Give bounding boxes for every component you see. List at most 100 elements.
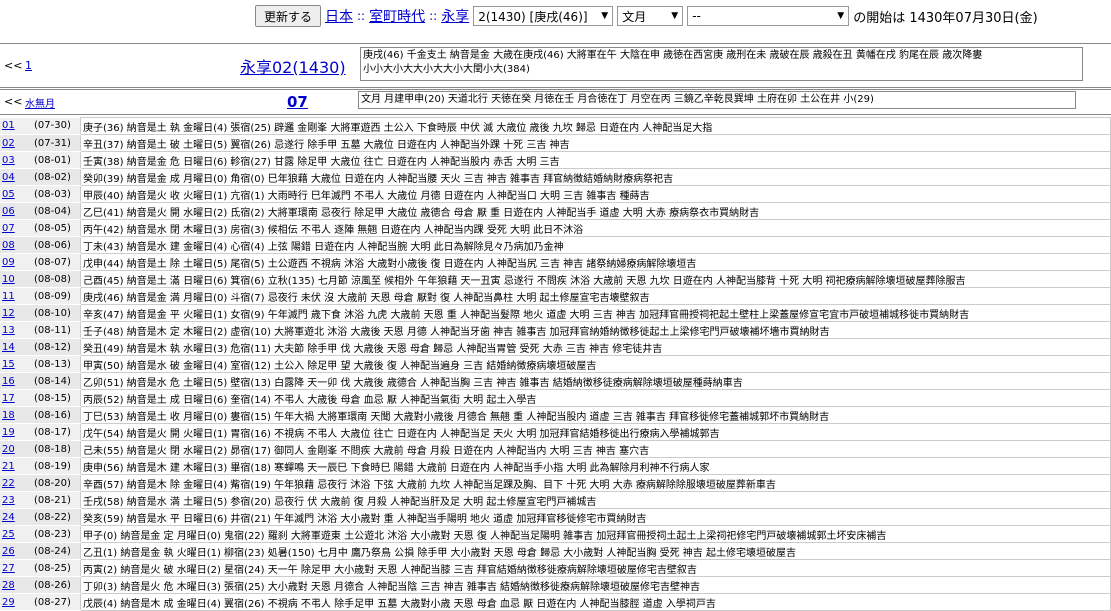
- day-cell: 21: [0, 457, 32, 475]
- top-toolbar: 更新する 日本 :: 室町時代 :: 永享 2(1430) [庚戌(46)] ▼ …: [255, 5, 1038, 27]
- breadcrumb-japan[interactable]: 日本: [325, 6, 353, 26]
- day-number-link[interactable]: 12: [2, 308, 15, 319]
- date-cell: (08-20): [32, 474, 81, 492]
- day-select[interactable]: -- ▼: [687, 6, 850, 26]
- day-number-link[interactable]: 29: [2, 597, 15, 608]
- day-cell: 04: [0, 168, 32, 186]
- day-number-link[interactable]: 16: [2, 376, 15, 387]
- breadcrumb-era[interactable]: 永享: [441, 6, 469, 26]
- day-number-link[interactable]: 08: [2, 240, 15, 251]
- date-cell: (08-19): [32, 457, 81, 475]
- table-row: 21 (08-19) 庚申(56) 納音是木 建 木曜日(3) 畢宿(18) 寒蟬鳴…: [0, 457, 1111, 475]
- table-row: 27 (08-25) 丙寅(2) 納音是火 破 水曜日(2) 星宿(24) 天一午 …: [0, 559, 1111, 577]
- date-cell: (08-26): [32, 576, 81, 594]
- day-number-link[interactable]: 22: [2, 478, 15, 489]
- day-detail-cell: 庚子(36) 納音是土 執 金曜日(4) 張宿(25) 辟邏 金剛峯 大將軍遊西…: [80, 117, 1111, 135]
- breadcrumb-separator: ::: [357, 9, 366, 23]
- date-cell: (08-12): [32, 338, 81, 356]
- date-cell: (08-24): [32, 542, 81, 560]
- date-cell: (08-06): [32, 236, 81, 254]
- day-number-link[interactable]: 05: [2, 189, 15, 200]
- start-date-text: の開始は 1430年07月30日(金): [853, 10, 1038, 26]
- date-cell: (08-05): [32, 219, 81, 237]
- day-number-link[interactable]: 23: [2, 495, 15, 506]
- day-number-link[interactable]: 09: [2, 257, 15, 268]
- day-number-link[interactable]: 03: [2, 155, 15, 166]
- day-detail-cell: 癸卯(39) 納音是金 成 月曜日(0) 角宿(0) 巳年狼藉 大歳位 日遊在内…: [80, 168, 1111, 186]
- date-cell: (08-10): [32, 304, 81, 322]
- day-number-link[interactable]: 01: [2, 120, 15, 131]
- era-year-title[interactable]: 永享02(1430): [240, 54, 346, 78]
- day-cell: 20: [0, 440, 32, 458]
- day-number-link[interactable]: 14: [2, 342, 15, 353]
- prev-year-link[interactable]: 1: [25, 59, 32, 72]
- table-row: 20 (08-18) 己未(55) 納音是火 閉 水曜日(2) 昴宿(17) 御同人…: [0, 440, 1111, 458]
- day-number-link[interactable]: 02: [2, 138, 15, 149]
- day-cell: 24: [0, 508, 32, 526]
- table-row: 28 (08-26) 丁卯(3) 納音是火 危 木曜日(3) 張宿(25) 大小歳對…: [0, 576, 1111, 594]
- day-detail-cell: 甲辰(40) 納音是火 收 火曜日(1) 亢宿(1) 大雨時行 巳年滅門 不弔人…: [80, 185, 1111, 203]
- month-select[interactable]: 文月 ▼: [617, 6, 684, 26]
- day-cell: 17: [0, 389, 32, 407]
- day-cell: 14: [0, 338, 32, 356]
- table-row: 06 (08-04) 乙巳(41) 納音是火 開 水曜日(2) 氐宿(2) 大將軍環…: [0, 202, 1111, 220]
- table-row: 10 (08-08) 己酉(45) 納音是土 滿 日曜日(6) 箕宿(6) 立秋(1…: [0, 270, 1111, 288]
- day-cell: 11: [0, 287, 32, 305]
- year-select-value: 2(1430) [庚戌(46)]: [478, 9, 588, 24]
- prev-month-link[interactable]: 水無月: [25, 95, 55, 110]
- day-number-link[interactable]: 07: [2, 223, 15, 234]
- breadcrumb-period[interactable]: 室町時代: [369, 6, 425, 26]
- day-cell: 28: [0, 576, 32, 594]
- date-cell: (08-01): [32, 151, 81, 169]
- day-cell: 02: [0, 134, 32, 152]
- day-cell: 07: [0, 219, 32, 237]
- year-select[interactable]: 2(1430) [庚戌(46)] ▼: [473, 6, 614, 26]
- table-row: 05 (08-03) 甲辰(40) 納音是火 收 火曜日(1) 亢宿(1) 大雨時行…: [0, 185, 1111, 203]
- day-number-link[interactable]: 18: [2, 410, 15, 421]
- day-cell: 25: [0, 525, 32, 543]
- day-cell: 18: [0, 406, 32, 424]
- day-number-link[interactable]: 17: [2, 393, 15, 404]
- day-cell: 05: [0, 185, 32, 203]
- date-cell: (08-11): [32, 321, 81, 339]
- day-cell: 08: [0, 236, 32, 254]
- table-row: 01 (07-30) 庚子(36) 納音是土 執 金曜日(4) 張宿(25) 辟邏 …: [0, 117, 1111, 135]
- chevron-down-icon: ▼: [837, 11, 845, 21]
- day-detail-cell: 丙寅(2) 納音是火 破 水曜日(2) 星宿(24) 天一午 除足甲 大小歳對 …: [80, 559, 1111, 577]
- day-number-link[interactable]: 21: [2, 461, 15, 472]
- day-number-link[interactable]: 10: [2, 274, 15, 285]
- day-detail-cell: 乙巳(41) 納音是火 開 水曜日(2) 氐宿(2) 大將軍環南 忌夜行 除足甲…: [80, 202, 1111, 220]
- chevron-down-icon: ▼: [601, 11, 609, 21]
- day-number-link[interactable]: 24: [2, 512, 15, 523]
- day-cell: 27: [0, 559, 32, 577]
- day-cell: 19: [0, 423, 32, 441]
- table-row: 14 (08-12) 癸丑(49) 納音是木 執 水曜日(3) 危宿(11) 大夫節…: [0, 338, 1111, 356]
- day-detail-cell: 己未(55) 納音是火 閉 水曜日(2) 昴宿(17) 御同人 金剛峯 不問疾 …: [80, 440, 1111, 458]
- day-number-link[interactable]: 04: [2, 172, 15, 183]
- table-row: 23 (08-21) 壬戌(58) 納音是水 満 土曜日(5) 参宿(20) 忌夜行…: [0, 491, 1111, 509]
- day-number-link[interactable]: 15: [2, 359, 15, 370]
- month-title[interactable]: 07: [287, 93, 308, 111]
- table-row: 02 (07-31) 辛丑(37) 納音是土 破 土曜日(5) 翼宿(26) 忌遂行…: [0, 134, 1111, 152]
- date-cell: (08-07): [32, 253, 81, 271]
- day-detail-cell: 壬戌(58) 納音是水 満 土曜日(5) 参宿(20) 忌夜行 伏 大歳前 復 …: [80, 491, 1111, 509]
- day-number-link[interactable]: 27: [2, 563, 15, 574]
- month-info-box: 文月 月建甲申(20) 天道北行 天徳在癸 月徳在壬 月合徳在丁 月空在丙 三鏡…: [358, 91, 1076, 109]
- table-row: 09 (08-07) 戊申(44) 納音是土 除 土曜日(5) 尾宿(5) 土公遊西…: [0, 253, 1111, 271]
- table-row: 25 (08-23) 甲子(0) 納音是金 定 月曜日(0) 鬼宿(22) 羅刹 大…: [0, 525, 1111, 543]
- table-row: 03 (08-01) 壬寅(38) 納音是金 危 日曜日(6) 軫宿(27) 甘露 …: [0, 151, 1111, 169]
- day-number-link[interactable]: 06: [2, 206, 15, 217]
- prev-year-arrow: <<: [4, 59, 23, 72]
- day-number-link[interactable]: 13: [2, 325, 15, 336]
- day-number-link[interactable]: 11: [2, 291, 15, 302]
- day-number-link[interactable]: 25: [2, 529, 15, 540]
- day-number-link[interactable]: 28: [2, 580, 15, 591]
- day-number-link[interactable]: 20: [2, 444, 15, 455]
- year-info-line1: 庚戌(46) 千金支土 納音是金 大歳在庚戌(46) 大將軍在午 大陰在申 歳徳…: [363, 50, 983, 61]
- date-cell: (08-09): [32, 287, 81, 305]
- table-row: 12 (08-10) 辛亥(47) 納音是金 平 火曜日(1) 女宿(9) 午年滅門…: [0, 304, 1111, 322]
- update-button[interactable]: 更新する: [255, 5, 322, 27]
- chevron-down-icon: ▼: [671, 11, 679, 21]
- day-number-link[interactable]: 26: [2, 546, 15, 557]
- day-number-link[interactable]: 19: [2, 427, 15, 438]
